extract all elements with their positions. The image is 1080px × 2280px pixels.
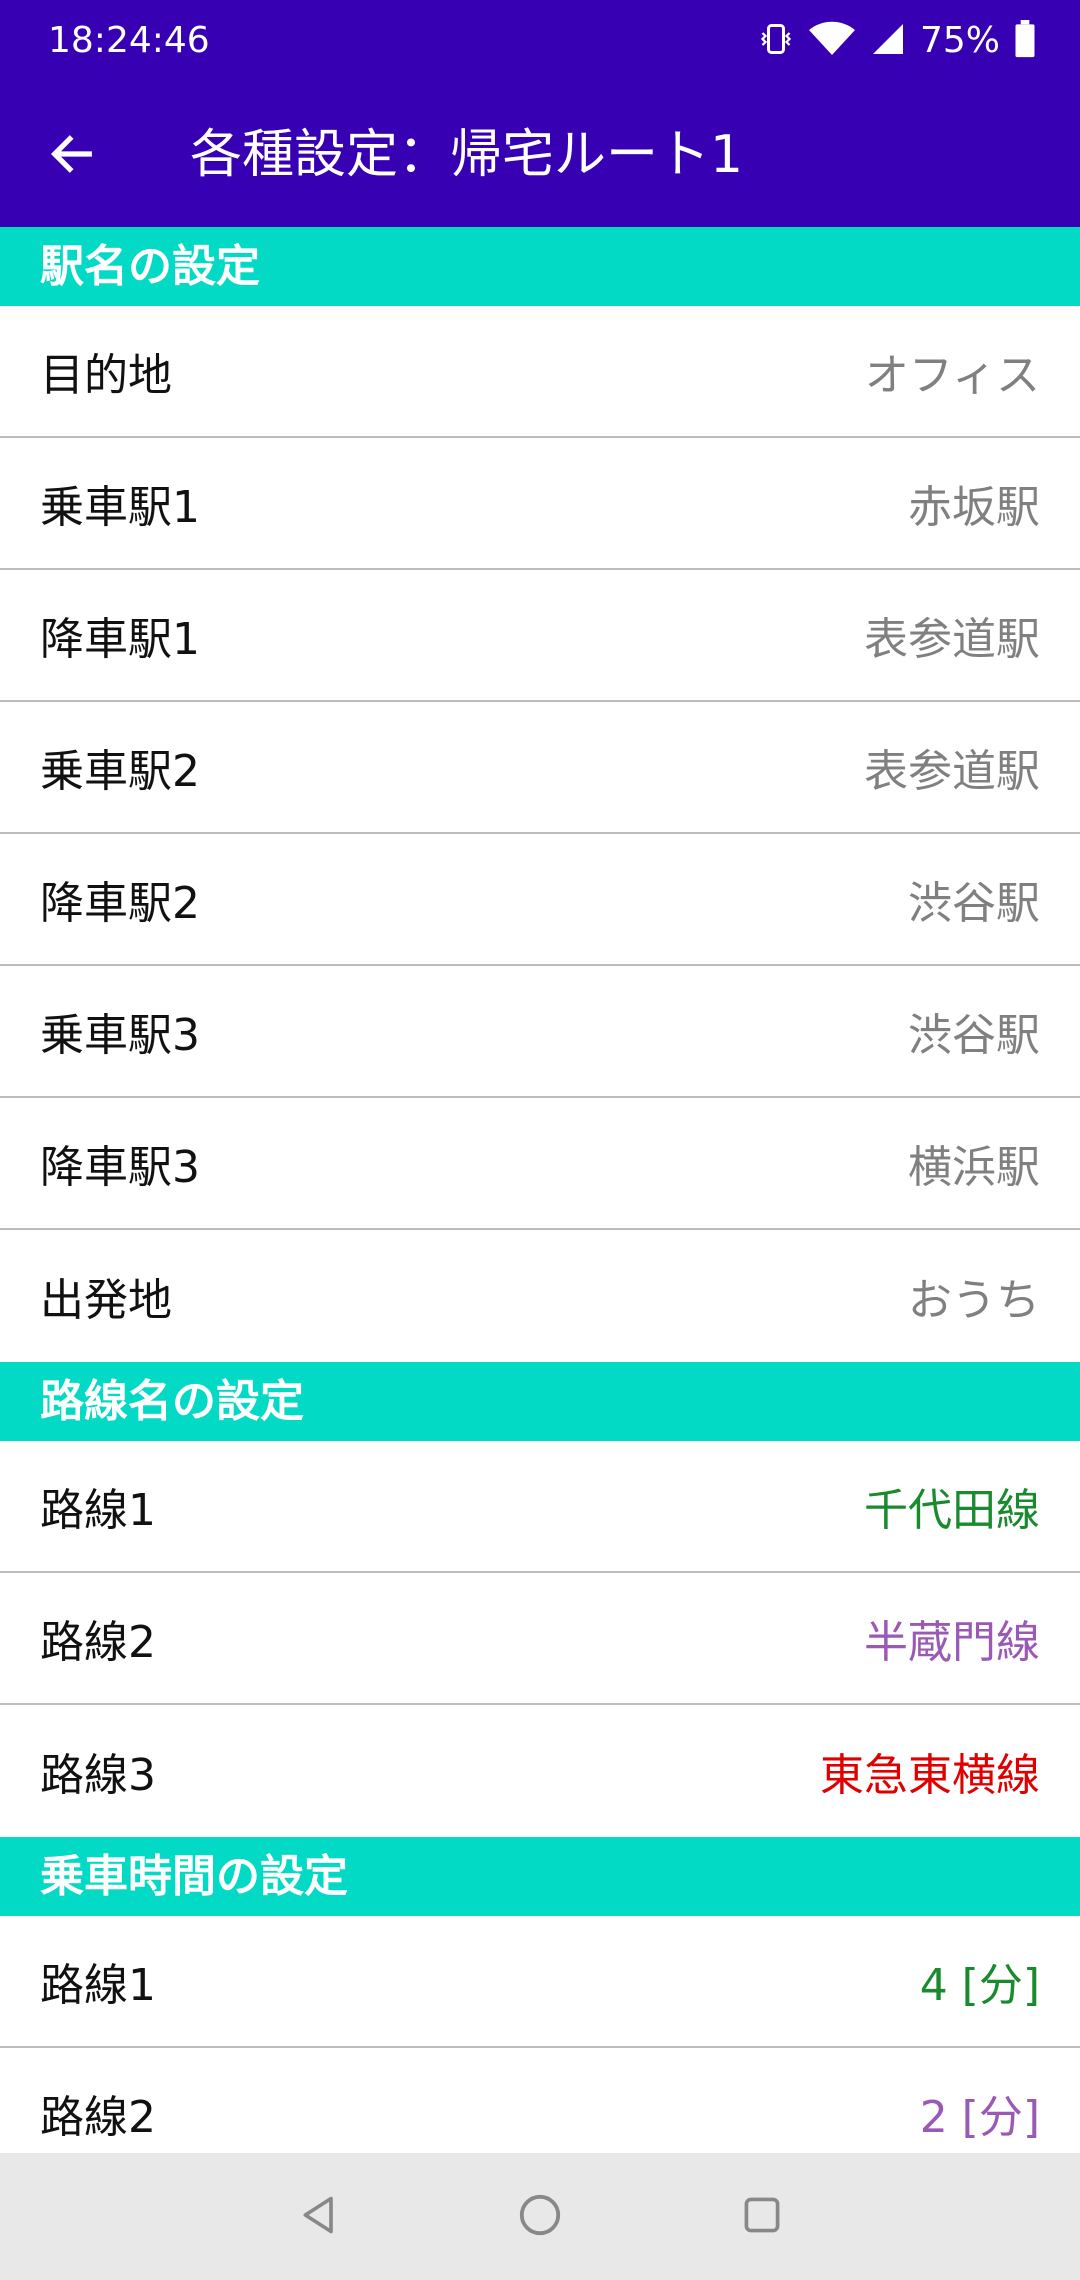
row-value: 東急東横線 [820, 1750, 1040, 1801]
signal-icon [870, 21, 906, 61]
status-time: 18:24:46 [48, 20, 210, 61]
row-value: オフィス [864, 350, 1040, 401]
row-value: 表参道駅 [864, 746, 1040, 797]
list-item-destination[interactable]: 目的地 オフィス [0, 306, 1080, 438]
list-item-line-name-3[interactable]: 路線3 東急東横線 [0, 1705, 1080, 1837]
list-item-boarding-station-3[interactable]: 乗車駅3 渋谷駅 [0, 966, 1080, 1098]
list-item-ride-time-2[interactable]: 路線2 2 [分] [0, 2048, 1080, 2153]
row-value: 渋谷駅 [908, 878, 1040, 929]
nav-home-button[interactable] [504, 2181, 576, 2253]
back-triangle-icon [298, 2193, 342, 2241]
arrow-left-icon [46, 128, 98, 184]
row-label: 路線3 [40, 1750, 156, 1801]
row-value: 半蔵門線 [864, 1617, 1040, 1668]
list-item-departure[interactable]: 出発地 おうち [0, 1230, 1080, 1362]
list-item-ride-time-1[interactable]: 路線1 4 [分] [0, 1916, 1080, 2048]
list-item-line-name-2[interactable]: 路線2 半蔵門線 [0, 1573, 1080, 1705]
list-item-alighting-station-3[interactable]: 降車駅3 横浜駅 [0, 1098, 1080, 1230]
row-value: 4 [分] [919, 1960, 1040, 2011]
list-item-boarding-station-2[interactable]: 乗車駅2 表参道駅 [0, 702, 1080, 834]
row-label: 路線2 [40, 2092, 156, 2143]
back-button[interactable] [36, 120, 108, 192]
row-value: 2 [分] [919, 2092, 1040, 2143]
system-nav-bar [0, 2153, 1080, 2280]
row-value: 千代田線 [864, 1485, 1040, 1536]
list-item-alighting-station-2[interactable]: 降車駅2 渋谷駅 [0, 834, 1080, 966]
list-item-line-name-1[interactable]: 路線1 千代田線 [0, 1441, 1080, 1573]
recents-square-icon [740, 2193, 784, 2241]
row-value: おうち [908, 1275, 1040, 1326]
list-item-boarding-station-1[interactable]: 乗車駅1 赤坂駅 [0, 438, 1080, 570]
row-label: 目的地 [40, 350, 172, 401]
row-value: 表参道駅 [864, 614, 1040, 665]
nav-back-button[interactable] [284, 2181, 356, 2253]
row-label: 乗車駅1 [40, 482, 200, 533]
row-value: 赤坂駅 [908, 482, 1040, 533]
row-label: 降車駅3 [40, 1142, 200, 1193]
section-header-line-names: 路線名の設定 [0, 1362, 1080, 1441]
section-header-ride-time: 乗車時間の設定 [0, 1837, 1080, 1916]
vibrate-icon [758, 21, 794, 61]
settings-list: 駅名の設定 目的地 オフィス 乗車駅1 赤坂駅 降車駅1 表参道駅 乗車駅2 表… [0, 227, 1080, 2153]
row-label: 乗車駅3 [40, 1010, 200, 1061]
row-label: 出発地 [40, 1275, 172, 1326]
wifi-icon [808, 21, 856, 61]
list-item-alighting-station-1[interactable]: 降車駅1 表参道駅 [0, 570, 1080, 702]
row-label: 降車駅1 [40, 614, 200, 665]
page-title: 各種設定：帰宅ルート1 [190, 125, 744, 185]
status-icons: 75% [758, 16, 1036, 66]
row-label: 路線1 [40, 1960, 156, 2011]
row-value: 渋谷駅 [908, 1010, 1040, 1061]
row-label: 路線2 [40, 1617, 156, 1668]
battery-icon [1014, 20, 1036, 62]
row-label: 降車駅2 [40, 878, 200, 929]
row-label: 乗車駅2 [40, 746, 200, 797]
row-label: 路線1 [40, 1485, 156, 1536]
home-circle-icon [517, 2192, 563, 2242]
screen: 18:24:46 75% 各種設定：帰宅ルート1 駅名の設定 目的地 オフィス … [0, 0, 1080, 2280]
nav-recents-button[interactable] [726, 2181, 798, 2253]
row-value: 横浜駅 [908, 1142, 1040, 1193]
app-bar: 各種設定：帰宅ルート1 [0, 82, 1080, 227]
section-header-station-names: 駅名の設定 [0, 227, 1080, 306]
status-bar: 18:24:46 75% [0, 0, 1080, 82]
battery-percent: 75% [919, 20, 1000, 61]
